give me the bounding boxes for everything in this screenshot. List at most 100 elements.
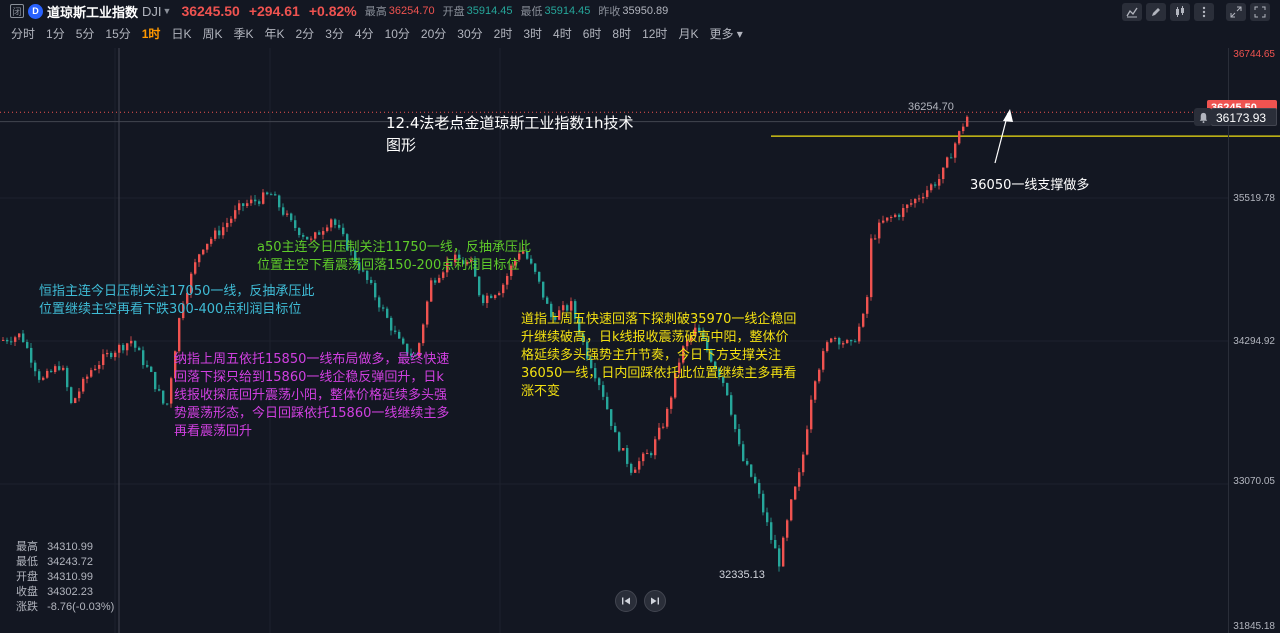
interval-tab[interactable]: 月K [678,25,698,42]
candle-body [274,194,277,196]
candle-body [882,220,885,223]
candle-body [742,444,745,462]
candle-body [86,376,89,379]
candle-body [482,295,485,304]
fullscreen-icon[interactable] [1250,3,1270,21]
candle-body [806,429,809,455]
candle-body [486,295,489,304]
candle-body [6,339,9,342]
candle-body [626,448,629,464]
candle-body [382,307,385,309]
scroll-left-button[interactable] [615,590,637,612]
candle-body [438,277,441,283]
axis-label: 33070.05 [1233,476,1275,487]
interval-tab[interactable]: 30分 [457,25,482,42]
interval-tab[interactable]: 12时 [642,25,667,42]
candle-body [614,425,617,433]
candle-body [738,429,741,445]
candle-body [926,190,929,197]
ohlc-label: 开盘 [16,571,38,583]
interval-tab[interactable]: 6时 [583,25,602,42]
settings-dots-icon[interactable] [1194,3,1214,21]
period-high-mark: 36254.70 [908,101,954,113]
interval-tab[interactable]: 更多 ▾ [709,25,742,42]
interval-tab[interactable]: 季K [233,25,253,42]
symbol-name[interactable]: 道琼斯工业指数 [47,2,138,21]
candle-body [826,342,829,352]
candle-body [154,371,157,390]
skip-back-icon [622,597,630,605]
interval-tab[interactable]: 分时 [11,25,35,42]
candle-type-icon[interactable] [1170,3,1190,21]
symbol-code[interactable]: DJI [142,4,162,19]
candle-body [46,370,49,378]
price-change: +294.61 [248,3,300,19]
candle-body [426,301,429,325]
candle-body [302,235,305,237]
candle-body [138,347,141,351]
candle-body [294,220,297,229]
candle-body [854,341,857,343]
interval-tab[interactable]: 1时 [142,25,161,42]
candle-body [318,232,321,235]
chevron-down-icon[interactable]: ▼ [163,6,172,16]
interval-tab[interactable]: 年K [264,25,284,42]
candle-body [638,461,641,470]
candle-body [770,522,773,540]
interval-tab[interactable]: 日K [171,25,191,42]
candle-body [786,520,789,538]
candle-body [90,370,93,377]
ohlc-low: 34243.72 [47,556,93,568]
candle-body [142,350,145,366]
prev-close-label: 昨收 [598,6,621,18]
candle-body [150,366,153,372]
interval-tab[interactable]: 2分 [296,25,315,42]
candle-body [658,427,661,440]
indicator-icon[interactable] [1122,3,1142,21]
candle-body [746,461,749,465]
candle-body [430,280,433,302]
candle-body [278,195,281,208]
ohlc-open: 34310.99 [47,571,93,583]
ohlc-label: 最高 [16,541,38,553]
interval-tab[interactable]: 20分 [421,25,446,42]
candle-body [58,366,61,370]
interval-tab[interactable]: 8时 [612,25,631,42]
expand-icon[interactable] [1226,3,1246,21]
candle-body [934,184,937,186]
price-axis[interactable]: 36744.65 35519.78 34294.92 33070.05 3184… [1228,48,1280,633]
high-value: 36254.70 [388,5,435,17]
interval-tab[interactable]: 4分 [355,25,374,42]
scroll-right-button[interactable] [644,590,666,612]
interval-tab[interactable]: 1分 [46,25,65,42]
candle-body [910,203,913,205]
last-price: 36245.50 [181,3,240,19]
candle-body [146,365,149,367]
interval-tab[interactable]: 5分 [76,25,95,42]
candle-body [18,333,21,338]
low-value: 35914.45 [544,5,591,17]
draw-pen-icon[interactable] [1146,3,1166,21]
candle-body [178,318,181,352]
candle-body [158,389,161,391]
candle-body [570,301,573,311]
interval-tab[interactable]: 3分 [325,25,344,42]
candle-body [42,377,45,380]
interval-tab[interactable]: 周K [202,25,222,42]
interval-tab[interactable]: 10分 [385,25,410,42]
interval-tab[interactable]: 4时 [553,25,572,42]
interval-tab[interactable]: 2时 [494,25,513,42]
high-label: 最高 [364,6,387,18]
candle-body [82,378,85,392]
price-change-pct: +0.82% [308,3,357,19]
candle-body [14,337,17,342]
candle-body [622,448,625,451]
interval-tab[interactable]: 3时 [523,25,542,42]
bell-alert-icon[interactable] [1194,108,1212,126]
interval-tab[interactable]: 15分 [105,25,130,42]
candle-body [434,280,437,283]
candle-body [914,199,917,204]
candle-body [830,338,833,343]
axis-label: 34294.92 [1233,336,1275,347]
candle-body [2,339,5,341]
